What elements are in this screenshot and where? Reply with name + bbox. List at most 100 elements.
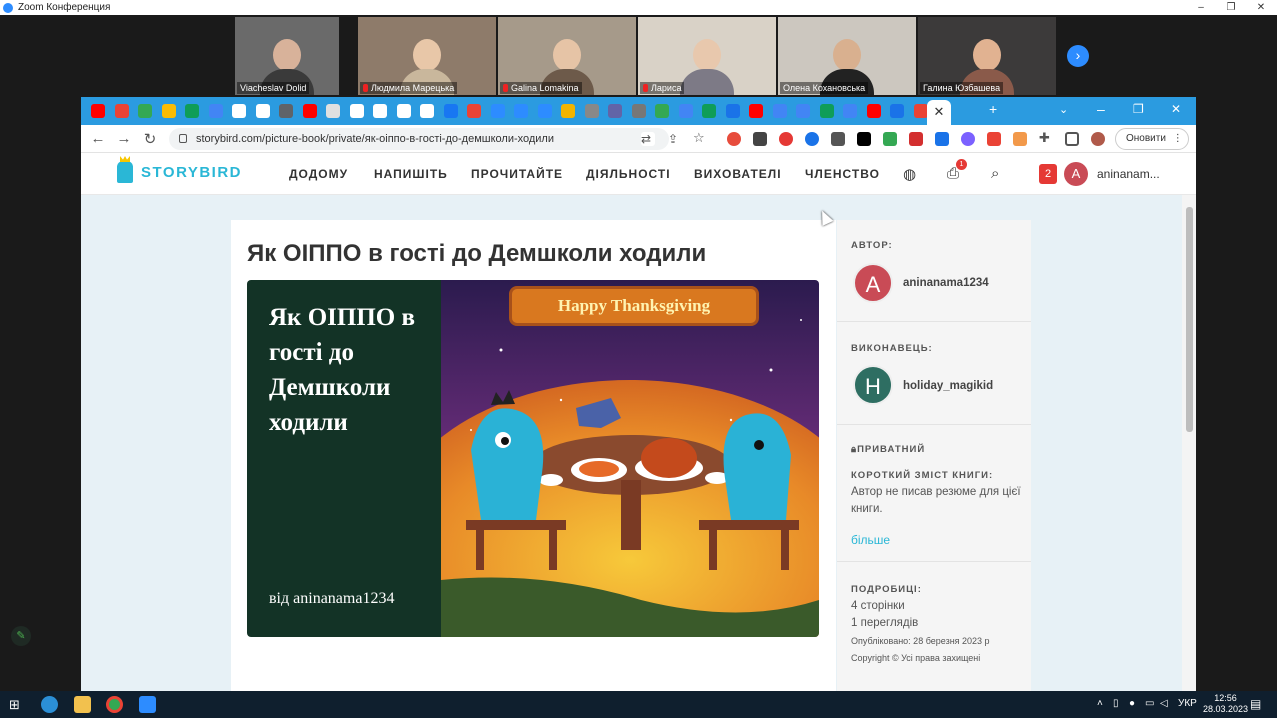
windows-start-icon[interactable]: ⊞	[9, 697, 26, 714]
tab-favicon-icon[interactable]	[232, 104, 246, 118]
extension-icon[interactable]	[987, 132, 1001, 146]
tab-favicon-icon[interactable]	[608, 104, 622, 118]
extension-icon[interactable]	[753, 132, 767, 146]
messages-badge[interactable]: 2	[1039, 164, 1057, 184]
search-icon[interactable]: ⌕	[991, 165, 999, 182]
tab-favicon-icon[interactable]	[396, 104, 411, 118]
network-icon[interactable]: ▭	[1145, 698, 1154, 709]
language-indicator[interactable]: УКР	[1178, 698, 1197, 709]
translate-icon[interactable]: ⇄	[641, 132, 655, 146]
user-avatar[interactable]: A	[1064, 162, 1088, 186]
tab-favicon-icon[interactable]	[655, 104, 669, 118]
tab-favicon-icon[interactable]	[678, 104, 693, 118]
nav-activities[interactable]: ДІЯЛЬНОСТІ	[586, 167, 671, 181]
next-participants-button[interactable]: ›	[1067, 45, 1089, 67]
nav-write[interactable]: НАПИШІТЬ	[374, 167, 448, 181]
tab-favicon-icon[interactable]	[443, 104, 458, 118]
book-cover[interactable]: Як ОІППО в гості до Демшколи ходили від …	[247, 280, 819, 637]
nav-membership[interactable]: ЧЛЕНСТВО	[805, 167, 880, 181]
nav-educators[interactable]: ВИХОВАТЕЛІ	[694, 167, 782, 181]
chrome-icon[interactable]	[106, 696, 123, 713]
tab-favicon-icon[interactable]	[373, 104, 387, 118]
tab-close-icon[interactable]: ✕	[934, 104, 945, 119]
new-tab-icon[interactable]: +	[989, 101, 997, 117]
extension-icon[interactable]	[961, 132, 975, 146]
tab-favicon-icon[interactable]	[537, 104, 552, 118]
participant-tile[interactable]: Viacheslav Dolid	[235, 17, 339, 95]
browser-close-icon[interactable]: ✕	[1171, 102, 1181, 116]
artist-avatar[interactable]: H	[853, 365, 893, 405]
tab-favicon-icon[interactable]	[796, 104, 810, 118]
edge-icon[interactable]	[41, 696, 58, 713]
tab-favicon-icon[interactable]	[349, 104, 364, 118]
tab-favicon-icon[interactable]	[185, 104, 199, 118]
globe-icon[interactable]: ◍	[903, 165, 916, 183]
annotate-pen-icon[interactable]: ✎	[11, 626, 31, 646]
tab-favicon-icon[interactable]	[843, 104, 857, 118]
tab-favicon-icon[interactable]	[490, 104, 505, 118]
extension-icon[interactable]	[857, 132, 871, 146]
participant-tile[interactable]: Galina Lomakina	[498, 17, 636, 95]
artist-name[interactable]: holiday_magikid	[903, 380, 993, 392]
tab-favicon-icon[interactable]	[584, 104, 599, 118]
tab-favicon-icon[interactable]	[91, 104, 105, 118]
screenshot-icon[interactable]	[831, 132, 845, 146]
microphone-icon[interactable]: ●	[1129, 698, 1135, 709]
bookmark-star-icon[interactable]: ☆	[693, 130, 707, 145]
close-icon[interactable]: ✕	[1246, 0, 1276, 15]
tab-favicon-icon[interactable]	[420, 104, 434, 118]
minimize-icon[interactable]: –	[1186, 0, 1216, 15]
tray-arrow-icon[interactable]: ˄	[1097, 698, 1103, 709]
puzzle-icon[interactable]: ✚	[1039, 130, 1053, 145]
active-tab[interactable]: ✕	[927, 100, 951, 125]
tab-favicon-icon[interactable]	[819, 104, 834, 118]
browser-minimize-icon[interactable]: –	[1097, 101, 1105, 117]
nav-home[interactable]: ДОДОМУ	[289, 167, 348, 181]
zoom-taskbar-icon[interactable]	[139, 696, 156, 713]
notifications-icon[interactable]: ▤	[1250, 697, 1261, 711]
maximize-icon[interactable]: ❐	[1216, 0, 1246, 15]
nav-read[interactable]: ПРОЧИТАЙТЕ	[471, 167, 563, 181]
tab-favicon-icon[interactable]	[114, 104, 129, 118]
menu-dots-icon[interactable]: ⋮	[1173, 133, 1183, 144]
profile-avatar[interactable]	[1091, 132, 1105, 146]
tab-favicon-icon[interactable]	[913, 104, 928, 118]
tab-favicon-icon[interactable]	[866, 104, 881, 118]
tab-favicon-icon[interactable]	[514, 104, 528, 118]
tab-favicon-icon[interactable]	[208, 104, 223, 118]
tab-favicon-icon[interactable]	[467, 104, 481, 118]
extension-icon[interactable]	[727, 132, 741, 146]
tab-search-icon[interactable]: ⌄	[1059, 103, 1068, 116]
tab-favicon-icon[interactable]	[138, 104, 152, 118]
tab-favicon-icon[interactable]	[255, 104, 270, 118]
browser-maximize-icon[interactable]: ❐	[1133, 102, 1144, 116]
participant-tile[interactable]: Галина Юзбашева	[918, 17, 1056, 95]
tab-favicon-icon[interactable]	[631, 104, 646, 118]
tab-favicon-icon[interactable]	[749, 104, 763, 118]
side-panel-icon[interactable]	[1065, 132, 1079, 146]
back-icon[interactable]: ←	[85, 130, 111, 147]
page-scrollbar[interactable]	[1182, 195, 1196, 691]
volume-icon[interactable]: ◁	[1160, 698, 1168, 709]
author-name[interactable]: aninanama1234	[903, 277, 989, 289]
tab-favicon-icon[interactable]	[702, 104, 716, 118]
storybird-logo[interactable]: STORYBIRD	[117, 156, 242, 183]
tab-favicon-icon[interactable]	[161, 104, 176, 118]
more-link[interactable]: більше	[851, 533, 890, 547]
extension-icon[interactable]	[805, 132, 819, 146]
tab-favicon-icon[interactable]	[561, 104, 575, 118]
extension-icon[interactable]	[779, 132, 793, 146]
tab-favicon-icon[interactable]	[772, 104, 787, 118]
pdf-icon[interactable]	[909, 132, 923, 146]
username[interactable]: aninanam...	[1097, 167, 1160, 181]
tab-favicon-icon[interactable]	[725, 104, 740, 118]
file-explorer-icon[interactable]	[74, 696, 91, 713]
tab-favicon-icon[interactable]	[326, 104, 340, 118]
tab-favicon-icon[interactable]	[890, 104, 904, 118]
update-button[interactable]: Оновити ⋮	[1115, 128, 1189, 150]
scroll-thumb[interactable]	[1186, 207, 1193, 432]
tab-favicon-icon[interactable]	[302, 104, 317, 118]
tab-favicon-icon[interactable]	[279, 104, 293, 118]
participant-tile[interactable]: Лариса	[638, 17, 776, 95]
extension-icon[interactable]	[1013, 132, 1027, 146]
